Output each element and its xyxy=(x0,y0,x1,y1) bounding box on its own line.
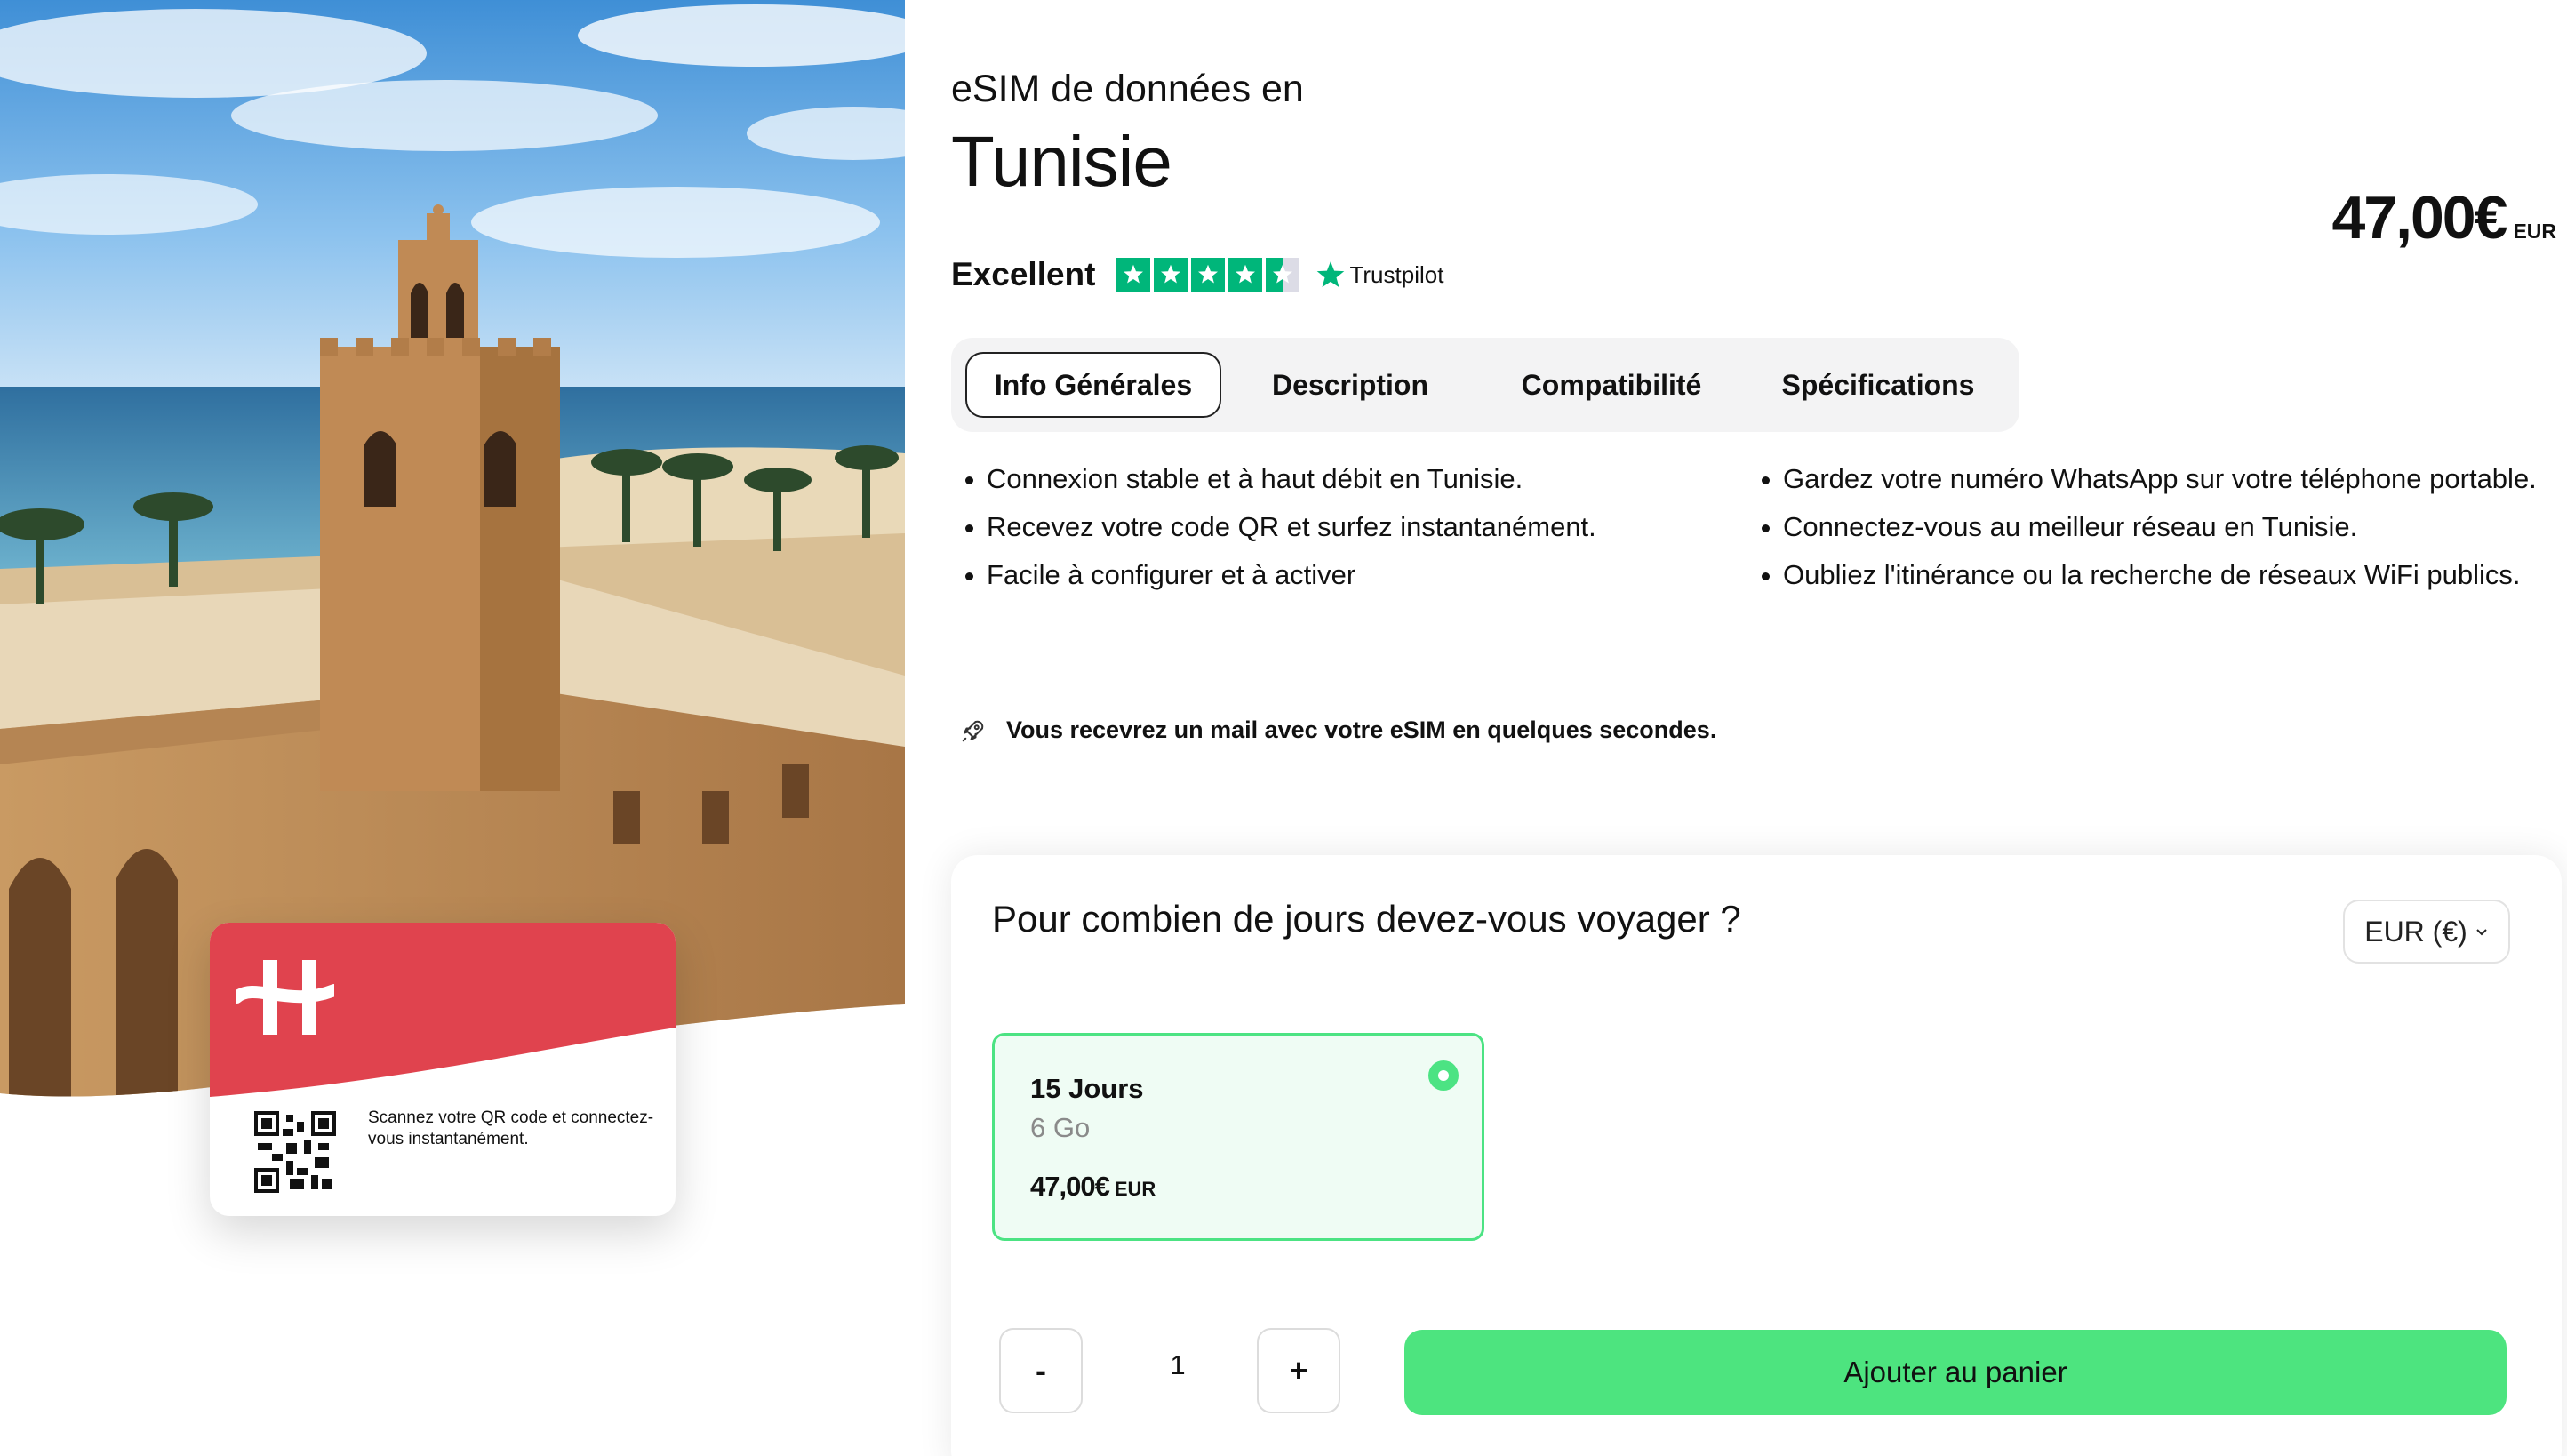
page-title: Tunisie xyxy=(951,122,1172,201)
add-to-cart-button[interactable]: Ajouter au panier xyxy=(1404,1330,2507,1415)
plan-price: 47,00€ EUR xyxy=(1030,1171,1156,1203)
holafly-logo-icon xyxy=(236,960,334,1035)
currency-selector-value: EUR (€) xyxy=(2364,915,2467,948)
feature-item: Connectez-vous au meilleur réseau en Tun… xyxy=(1756,510,2539,544)
tab-compatibilite[interactable]: Compatibilité xyxy=(1495,352,1728,418)
feature-item: Facile à configurer et à activer xyxy=(960,558,1724,592)
plan-days: 15 Jours xyxy=(1030,1073,1144,1104)
price-amount: 47,00€ xyxy=(2331,184,2507,252)
rating-stars xyxy=(1116,258,1303,292)
product-price: 47,00€ EUR xyxy=(2331,183,2556,252)
rating-star-icon xyxy=(1228,258,1263,292)
feature-item: Recevez votre code QR et surfez instanta… xyxy=(960,510,1724,544)
plan-selected-radio[interactable] xyxy=(1428,1060,1459,1091)
booking-question: Pour combien de jours devez-vous voyager… xyxy=(992,898,1741,940)
esim-card-illustration: Scannez votre QR code et connectez-vous … xyxy=(210,923,676,1216)
quantity-decrease-button[interactable]: - xyxy=(999,1328,1083,1413)
rating-star-icon xyxy=(1116,258,1151,292)
rating-star-icon xyxy=(1191,258,1226,292)
product-tabs: Info Générales Description Compatibilité… xyxy=(951,338,2019,432)
hero-section: Scannez votre QR code et connectez-vous … xyxy=(0,0,905,1456)
feature-item: Gardez votre numéro WhatsApp sur votre t… xyxy=(1756,462,2539,496)
currency-selector[interactable]: EUR (€) xyxy=(2343,900,2510,964)
trustpilot-star-icon xyxy=(1317,261,1345,288)
tab-info-generales[interactable]: Info Générales xyxy=(965,352,1221,418)
feature-item: Connexion stable et à haut débit en Tuni… xyxy=(960,462,1724,496)
quantity-value[interactable]: 1 xyxy=(1164,1349,1191,1381)
plan-data: 6 Go xyxy=(1030,1112,1091,1143)
delivery-notice: Vous recevrez un mail avec votre eSIM en… xyxy=(960,716,1716,744)
qr-code-icon xyxy=(254,1111,336,1193)
rating-star-icon xyxy=(1154,258,1188,292)
product-subtitle: eSIM de données en xyxy=(951,68,1304,110)
chevron-down-icon xyxy=(2476,929,2487,936)
booking-panel: Pour combien de jours devez-vous voyager… xyxy=(951,855,2562,1456)
tab-specifications[interactable]: Spécifications xyxy=(1758,352,1998,418)
rating-label: Excellent xyxy=(951,256,1096,292)
plan-price-currency: EUR xyxy=(1114,1178,1156,1200)
plan-price-amount: 47,00€ xyxy=(1030,1171,1110,1202)
quantity-increase-button[interactable]: + xyxy=(1257,1328,1340,1413)
esim-card-caption: Scannez votre QR code et connectez-vous … xyxy=(368,1108,654,1148)
rocket-icon xyxy=(962,720,984,741)
feature-item: Oubliez l'itinérance ou la recherche de … xyxy=(1756,558,2539,592)
radio-dot xyxy=(1438,1070,1449,1081)
rating-star-icon xyxy=(1266,258,1300,292)
plan-option-15-days[interactable]: 15 Jours 6 Go 47,00€ EUR xyxy=(992,1033,1484,1241)
feature-list-left: Connexion stable et à haut débit en Tuni… xyxy=(960,462,1724,606)
feature-list-right: Gardez votre numéro WhatsApp sur votre t… xyxy=(1756,462,2539,606)
trustpilot-name: Trustpilot xyxy=(1349,260,1444,288)
notice-text: Vous recevrez un mail avec votre eSIM en… xyxy=(1006,716,1717,743)
price-currency: EUR xyxy=(2513,220,2556,243)
product-details: eSIM de données en Tunisie 47,00€ EUR Exc… xyxy=(951,0,2567,1456)
trustpilot-rating[interactable]: Excellent Trustpilot xyxy=(951,256,1443,293)
tab-description[interactable]: Description xyxy=(1248,352,1452,418)
trustpilot-logo: Trustpilot xyxy=(1315,260,1443,290)
